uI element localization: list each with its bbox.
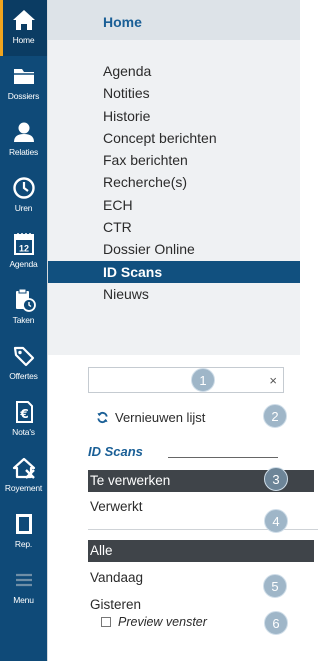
navigation-menu: Home Agenda Notities Historie Concept be…: [48, 0, 300, 355]
rail-label-dossiers: Dossiers: [7, 91, 40, 101]
rail-item-relaties[interactable]: Relaties: [0, 112, 47, 168]
svg-text:€: €: [19, 407, 28, 421]
rail-label-relaties: Relaties: [8, 147, 39, 157]
home-icon: [12, 10, 35, 30]
tag-icon: [13, 346, 34, 367]
callout-badge-2: 2: [263, 404, 287, 428]
callout-badge-1: 1: [191, 368, 215, 392]
user-icon: [13, 122, 34, 142]
refresh-list-button[interactable]: Vernieuwen lijst: [96, 407, 205, 427]
section-title-id-scans: ID Scans: [88, 444, 143, 459]
hamburger-icon: [15, 573, 32, 587]
filter-alle[interactable]: Alle: [88, 540, 314, 562]
section-rule: [168, 457, 278, 458]
nav-item-ech[interactable]: ECH: [48, 194, 300, 216]
callout-badge-4: 4: [264, 509, 288, 533]
callout-badge-3: 3: [264, 467, 288, 491]
nav-item-nieuws[interactable]: Nieuws: [48, 283, 300, 305]
callout-badge-6: 6: [264, 611, 288, 635]
rail-label-notas: Nota's: [12, 427, 35, 437]
nav-item-agenda[interactable]: Agenda: [48, 60, 300, 82]
nav-item-dossier-online[interactable]: Dossier Online: [48, 238, 300, 260]
calendar-icon: 12: [13, 233, 34, 255]
rail-item-royement[interactable]: Royement: [0, 448, 47, 504]
clock-icon: [12, 177, 35, 199]
nav-item-id-scans[interactable]: ID Scans: [48, 260, 300, 283]
house-x-icon: [12, 457, 35, 479]
nav-item-recherches[interactable]: Recherche(s): [48, 171, 300, 193]
rail-label-royement: Royement: [4, 483, 43, 493]
euro-doc-icon: €: [15, 401, 33, 423]
rail-item-taken[interactable]: Taken: [0, 280, 47, 336]
left-rail: Home Dossiers Relaties Uren 12 Agenda Ta…: [0, 0, 47, 661]
preview-label: Preview venster: [118, 615, 207, 629]
rail-item-rep[interactable]: Rep.: [0, 504, 47, 560]
rail-label-taken: Taken: [12, 315, 35, 325]
rail-item-agenda[interactable]: 12 Agenda: [0, 224, 47, 280]
preview-window-toggle[interactable]: Preview venster: [101, 615, 207, 629]
rail-label-menu: Menu: [13, 595, 34, 605]
nav-item-notities[interactable]: Notities: [48, 82, 300, 104]
preview-checkbox[interactable]: [101, 617, 111, 627]
refresh-list-label: Vernieuwen lijst: [115, 409, 206, 425]
folder-icon: [13, 69, 34, 84]
clear-search-button[interactable]: ×: [269, 373, 277, 388]
rail-item-home[interactable]: Home: [0, 0, 47, 56]
rail-label-rep: Rep.: [14, 539, 33, 549]
side-panel: Home Agenda Notities Historie Concept be…: [47, 0, 318, 661]
clipboard-clock-icon: [15, 288, 36, 312]
refresh-icon: [97, 411, 108, 423]
rail-item-menu[interactable]: Menu: [0, 560, 47, 616]
rail-label-home: Home: [12, 35, 35, 45]
nav-title: Home: [48, 0, 300, 40]
nav-item-historie[interactable]: Historie: [48, 105, 300, 127]
rail-label-uren: Uren: [14, 203, 33, 213]
nav-item-ctr[interactable]: CTR: [48, 216, 300, 238]
book-icon: [15, 514, 32, 534]
rail-item-uren[interactable]: Uren: [0, 168, 47, 224]
nav-list: Agenda Notities Historie Concept bericht…: [48, 60, 300, 305]
calendar-day-number: 12: [18, 244, 28, 254]
search-box: ×: [88, 367, 284, 393]
nav-item-concept-berichten[interactable]: Concept berichten: [48, 127, 300, 149]
rail-label-agenda: Agenda: [9, 259, 38, 269]
rail-item-dossiers[interactable]: Dossiers: [0, 56, 47, 112]
callout-badge-5: 5: [263, 574, 287, 598]
rail-label-offertes: Offertes: [9, 371, 38, 381]
nav-item-fax-berichten[interactable]: Fax berichten: [48, 149, 300, 171]
search-input[interactable]: [95, 371, 245, 389]
rail-item-notas[interactable]: € Nota's: [0, 392, 47, 448]
rail-item-offertes[interactable]: Offertes: [0, 336, 47, 392]
